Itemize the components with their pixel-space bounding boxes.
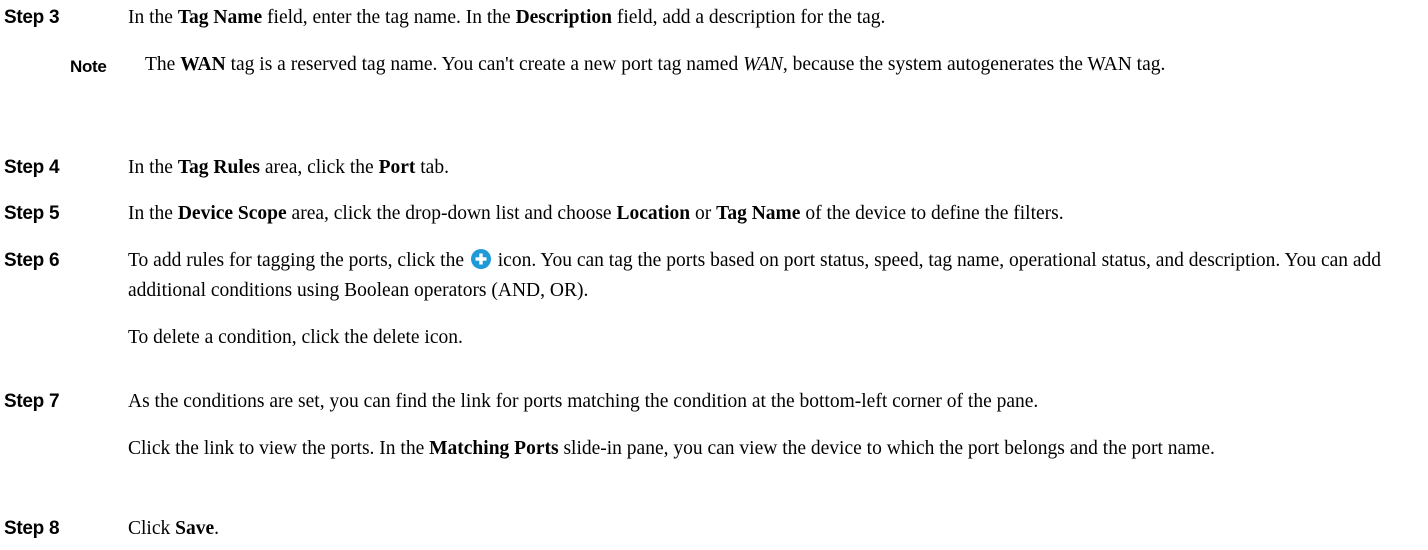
step-label: Step 5 [4, 203, 60, 224]
plus-circle-icon [470, 249, 491, 269]
step-text: Click the link to view the ports. In the… [128, 438, 1215, 459]
step-body: To add rules for tagging the ports, clic… [128, 246, 1420, 353]
step-label: Step 8 [4, 518, 60, 539]
ui-term: Tag Name [716, 203, 801, 224]
step-text: In the Tag Name field, enter the tag nam… [128, 7, 886, 28]
step-text: In the Tag Rules area, click the Port ta… [128, 157, 449, 178]
step-text: Click Save. [128, 518, 219, 539]
ui-term: Device Scope [177, 203, 287, 224]
step-body: In the Tag Name field, enter the tag nam… [128, 3, 1420, 33]
step-text: As the conditions are set, you can find … [128, 391, 1039, 412]
step-text: To add rules for tagging the ports, clic… [128, 249, 1382, 301]
note-text: The WAN tag is a reserved tag name. You … [145, 54, 1166, 75]
note-label: Note [70, 57, 107, 76]
ui-term: Tag Rules [177, 157, 261, 178]
ui-term: Save [175, 518, 215, 539]
step-label: Step 3 [4, 7, 60, 28]
step-label: Step 6 [4, 250, 60, 271]
emphasis-term: WAN [743, 54, 783, 75]
step-body: As the conditions are set, you can find … [128, 387, 1420, 464]
step-label: Step 7 [4, 391, 60, 412]
document-page: Step 3 In the Tag Name field, enter the … [0, 0, 1428, 550]
ui-term: WAN [180, 54, 226, 75]
ui-term: Matching Ports [429, 438, 559, 459]
step-text: In the Device Scope area, click the drop… [128, 203, 1064, 224]
ui-term: Location [616, 203, 691, 224]
step-label: Step 4 [4, 157, 60, 178]
ui-term: Description [515, 7, 612, 28]
step-body: In the Device Scope area, click the drop… [128, 199, 1420, 229]
ui-term: Tag Name [177, 7, 263, 28]
step-text: To delete a condition, click the delete … [128, 327, 463, 348]
step-body: Click Save. [128, 514, 1420, 544]
ui-term: Port [378, 157, 416, 178]
step-body: In the Tag Rules area, click the Port ta… [128, 153, 1420, 183]
